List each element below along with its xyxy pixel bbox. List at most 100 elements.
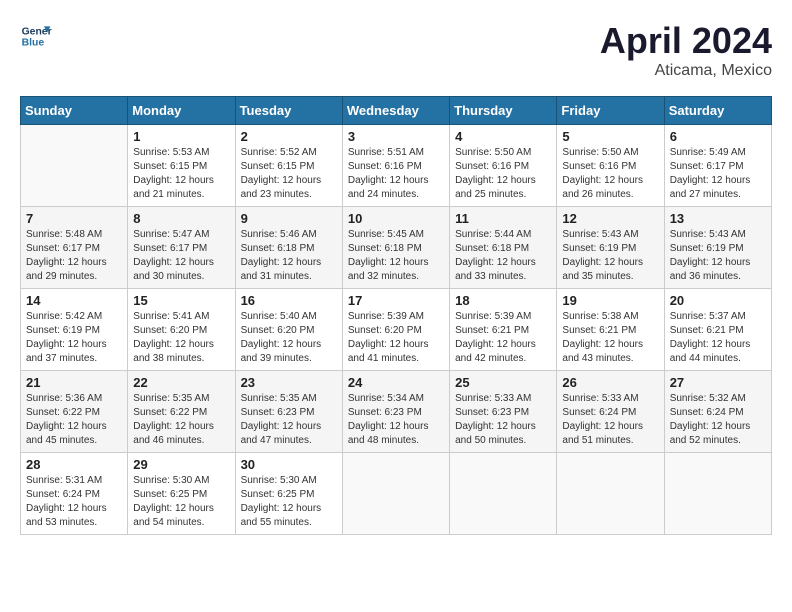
calendar-cell: 30 Sunrise: 5:30 AMSunset: 6:25 PMDayligh…	[235, 453, 342, 535]
day-number: 20	[670, 293, 766, 308]
day-info: Sunrise: 5:40 AMSunset: 6:20 PMDaylight:…	[241, 310, 337, 366]
calendar-cell: 16 Sunrise: 5:40 AMSunset: 6:20 PMDayligh…	[235, 289, 342, 371]
day-info: Sunrise: 5:35 AMSunset: 6:23 PMDaylight:…	[241, 392, 337, 448]
day-info: Sunrise: 5:45 AMSunset: 6:18 PMDaylight:…	[348, 228, 444, 284]
day-number: 30	[241, 457, 337, 472]
calendar-week-2: 7 Sunrise: 5:48 AMSunset: 6:17 PMDaylight…	[21, 207, 772, 289]
day-info: Sunrise: 5:35 AMSunset: 6:22 PMDaylight:…	[133, 392, 229, 448]
weekday-header-monday: Monday	[128, 97, 235, 125]
calendar-cell: 18Sunrise: 5:39 AMSunset: 6:21 PMDayligh…	[450, 289, 557, 371]
day-number: 16	[241, 293, 337, 308]
calendar-cell: 29 Sunrise: 5:30 AMSunset: 6:25 PMDayligh…	[128, 453, 235, 535]
day-info: Sunrise: 5:37 AMSunset: 6:21 PMDaylight:…	[670, 310, 766, 366]
calendar-week-5: 28Sunrise: 5:31 AMSunset: 6:24 PMDayligh…	[21, 453, 772, 535]
day-info: Sunrise: 5:44 AMSunset: 6:18 PMDaylight:…	[455, 228, 551, 284]
day-number: 4	[455, 129, 551, 144]
day-number: 3	[348, 129, 444, 144]
calendar-cell: 15 Sunrise: 5:41 AMSunset: 6:20 PMDayligh…	[128, 289, 235, 371]
calendar-cell: 1 Sunrise: 5:53 AMSunset: 6:15 PMDaylight…	[128, 125, 235, 207]
svg-text:Blue: Blue	[22, 38, 45, 49]
day-info: Sunrise: 5:51 AMSunset: 6:16 PMDaylight:…	[348, 146, 444, 202]
day-info: Sunrise: 5:43 AMSunset: 6:19 PMDaylight:…	[670, 228, 766, 284]
day-number: 24	[348, 375, 444, 390]
calendar-cell	[450, 453, 557, 535]
calendar-week-1: 1 Sunrise: 5:53 AMSunset: 6:15 PMDaylight…	[21, 125, 772, 207]
day-info: Sunrise: 5:49 AMSunset: 6:17 PMDaylight:…	[670, 146, 766, 202]
day-info: Sunrise: 5:50 AMSunset: 6:16 PMDaylight:…	[455, 146, 551, 202]
calendar-body: 1 Sunrise: 5:53 AMSunset: 6:15 PMDaylight…	[21, 125, 772, 535]
calendar-cell: 7 Sunrise: 5:48 AMSunset: 6:17 PMDaylight…	[21, 207, 128, 289]
calendar-header-row: SundayMondayTuesdayWednesdayThursdayFrid…	[21, 97, 772, 125]
day-number: 2	[241, 129, 337, 144]
calendar-cell: 27 Sunrise: 5:32 AMSunset: 6:24 PMDayligh…	[664, 371, 771, 453]
day-number: 6	[670, 129, 766, 144]
calendar-cell: 25 Sunrise: 5:33 AMSunset: 6:23 PMDayligh…	[450, 371, 557, 453]
day-number: 25	[455, 375, 551, 390]
day-info: Sunrise: 5:39 AMSunset: 6:21 PMDaylight:…	[455, 310, 551, 366]
day-number: 21	[26, 375, 122, 390]
calendar-cell: 23 Sunrise: 5:35 AMSunset: 6:23 PMDayligh…	[235, 371, 342, 453]
calendar-cell: 6 Sunrise: 5:49 AMSunset: 6:17 PMDaylight…	[664, 125, 771, 207]
calendar-cell	[342, 453, 449, 535]
day-number: 5	[562, 129, 658, 144]
day-info: Sunrise: 5:36 AMSunset: 6:22 PMDaylight:…	[26, 392, 122, 448]
day-number: 10	[348, 211, 444, 226]
day-number: 12	[562, 211, 658, 226]
calendar-cell	[664, 453, 771, 535]
day-info: Sunrise: 5:48 AMSunset: 6:17 PMDaylight:…	[26, 228, 122, 284]
calendar-cell: 26 Sunrise: 5:33 AMSunset: 6:24 PMDayligh…	[557, 371, 664, 453]
day-number: 1	[133, 129, 229, 144]
calendar-cell	[557, 453, 664, 535]
day-info: Sunrise: 5:33 AMSunset: 6:24 PMDaylight:…	[562, 392, 658, 448]
day-info: Sunrise: 5:33 AMSunset: 6:23 PMDaylight:…	[455, 392, 551, 448]
month-title: April 2024	[600, 20, 772, 62]
day-number: 27	[670, 375, 766, 390]
day-info: Sunrise: 5:30 AMSunset: 6:25 PMDaylight:…	[241, 474, 337, 530]
calendar-cell: 20 Sunrise: 5:37 AMSunset: 6:21 PMDayligh…	[664, 289, 771, 371]
day-number: 14	[26, 293, 122, 308]
day-info: Sunrise: 5:43 AMSunset: 6:19 PMDaylight:…	[562, 228, 658, 284]
day-info: Sunrise: 5:50 AMSunset: 6:16 PMDaylight:…	[562, 146, 658, 202]
day-info: Sunrise: 5:41 AMSunset: 6:20 PMDaylight:…	[133, 310, 229, 366]
location-subtitle: Aticama, Mexico	[600, 62, 772, 80]
weekday-header-wednesday: Wednesday	[342, 97, 449, 125]
calendar-cell: 8 Sunrise: 5:47 AMSunset: 6:17 PMDaylight…	[128, 207, 235, 289]
calendar-cell: 19 Sunrise: 5:38 AMSunset: 6:21 PMDayligh…	[557, 289, 664, 371]
calendar-cell: 2 Sunrise: 5:52 AMSunset: 6:15 PMDaylight…	[235, 125, 342, 207]
calendar-table: SundayMondayTuesdayWednesdayThursdayFrid…	[20, 96, 772, 535]
day-info: Sunrise: 5:39 AMSunset: 6:20 PMDaylight:…	[348, 310, 444, 366]
calendar-cell: 17Sunrise: 5:39 AMSunset: 6:20 PMDayligh…	[342, 289, 449, 371]
calendar-cell: 28Sunrise: 5:31 AMSunset: 6:24 PMDayligh…	[21, 453, 128, 535]
day-number: 26	[562, 375, 658, 390]
logo-icon: General Blue	[20, 20, 52, 52]
calendar-cell: 14 Sunrise: 5:42 AMSunset: 6:19 PMDayligh…	[21, 289, 128, 371]
day-number: 23	[241, 375, 337, 390]
calendar-cell: 22Sunrise: 5:35 AMSunset: 6:22 PMDayligh…	[128, 371, 235, 453]
day-number: 15	[133, 293, 229, 308]
title-block: April 2024 Aticama, Mexico	[600, 20, 772, 80]
day-number: 7	[26, 211, 122, 226]
weekday-header-thursday: Thursday	[450, 97, 557, 125]
calendar-cell: 13Sunrise: 5:43 AMSunset: 6:19 PMDayligh…	[664, 207, 771, 289]
day-info: Sunrise: 5:32 AMSunset: 6:24 PMDaylight:…	[670, 392, 766, 448]
day-number: 11	[455, 211, 551, 226]
day-info: Sunrise: 5:47 AMSunset: 6:17 PMDaylight:…	[133, 228, 229, 284]
weekday-header-sunday: Sunday	[21, 97, 128, 125]
day-number: 8	[133, 211, 229, 226]
day-info: Sunrise: 5:42 AMSunset: 6:19 PMDaylight:…	[26, 310, 122, 366]
weekday-header-tuesday: Tuesday	[235, 97, 342, 125]
weekday-header-friday: Friday	[557, 97, 664, 125]
calendar-week-3: 14 Sunrise: 5:42 AMSunset: 6:19 PMDayligh…	[21, 289, 772, 371]
day-info: Sunrise: 5:31 AMSunset: 6:24 PMDaylight:…	[26, 474, 122, 530]
day-info: Sunrise: 5:46 AMSunset: 6:18 PMDaylight:…	[241, 228, 337, 284]
day-info: Sunrise: 5:38 AMSunset: 6:21 PMDaylight:…	[562, 310, 658, 366]
day-number: 19	[562, 293, 658, 308]
calendar-cell: 12 Sunrise: 5:43 AMSunset: 6:19 PMDayligh…	[557, 207, 664, 289]
day-number: 29	[133, 457, 229, 472]
page-header: General Blue April 2024 Aticama, Mexico	[20, 20, 772, 80]
day-info: Sunrise: 5:30 AMSunset: 6:25 PMDaylight:…	[133, 474, 229, 530]
calendar-cell: 3 Sunrise: 5:51 AMSunset: 6:16 PMDaylight…	[342, 125, 449, 207]
day-info: Sunrise: 5:52 AMSunset: 6:15 PMDaylight:…	[241, 146, 337, 202]
calendar-cell: 11 Sunrise: 5:44 AMSunset: 6:18 PMDayligh…	[450, 207, 557, 289]
day-info: Sunrise: 5:53 AMSunset: 6:15 PMDaylight:…	[133, 146, 229, 202]
